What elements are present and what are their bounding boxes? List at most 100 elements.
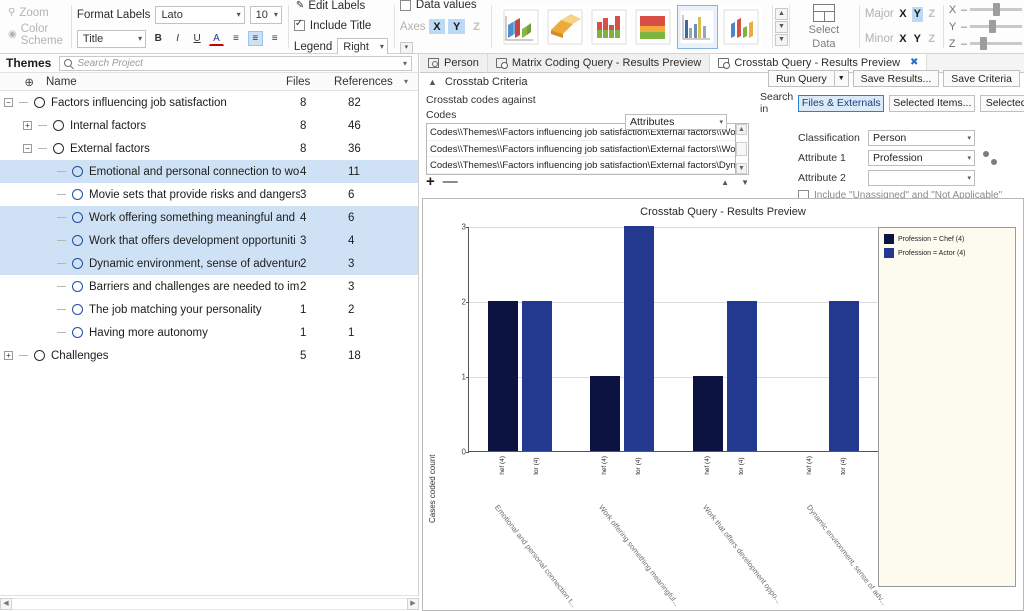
codes-against-combo[interactable]: Attributes ▾ [625, 114, 727, 130]
list-item[interactable]: Codes\\Themes\\Factors influencing job s… [427, 157, 735, 174]
minor-y-button[interactable]: Y [912, 32, 922, 47]
tab-0[interactable]: Person [420, 54, 488, 72]
table-row[interactable]: Movie sets that provide risks and danger… [0, 183, 418, 206]
column-header-references[interactable]: References [334, 76, 404, 88]
tab-1[interactable]: Matrix Coding Query - Results Preview [487, 54, 711, 72]
underline-button[interactable]: U [190, 31, 204, 46]
chevron-down-icon[interactable]: ▾ [403, 59, 407, 68]
attribute1-combo[interactable]: Profession ▾ [868, 150, 975, 166]
add-column-icon[interactable]: ⊕ [0, 75, 40, 89]
align-center-button[interactable]: ≡ [248, 31, 263, 46]
column-header-name[interactable]: Name [40, 76, 286, 88]
close-icon[interactable]: ✖ [910, 57, 918, 68]
slider-thumb[interactable] [980, 37, 988, 50]
scroll-down-button[interactable]: ▼ [736, 163, 747, 174]
table-row[interactable]: Having more autonomy 1 1 [0, 321, 418, 344]
zoom-command[interactable]: ⚲ Zoom [6, 5, 65, 21]
axis-z-button[interactable]: Z [468, 19, 485, 34]
save-criteria-button[interactable]: Save Criteria [943, 70, 1020, 87]
rotation-z-minus[interactable]: – [961, 38, 967, 50]
align-right-button[interactable]: ≡ [268, 31, 282, 46]
align-left-button[interactable]: ≡ [229, 31, 243, 46]
bar[interactable] [488, 301, 519, 451]
chart-type-3d-surface[interactable] [544, 4, 586, 49]
table-row[interactable]: Work that offers development opportuniti… [0, 229, 418, 252]
rotation-x-minus[interactable]: – [961, 4, 967, 16]
rotation-y-slider[interactable]: Y – + [949, 19, 1024, 34]
include-title-checkbox[interactable]: Include Title [293, 18, 388, 32]
gallery-expand-button[interactable]: ▼ [774, 33, 788, 46]
gallery-scroll-up-button[interactable]: ▲ [774, 7, 788, 20]
gallery-scroll-down-button[interactable]: ▼ [774, 20, 788, 33]
bar[interactable] [590, 376, 621, 451]
bar[interactable] [624, 226, 655, 451]
font-color-button[interactable]: A [209, 31, 224, 46]
bar[interactable] [522, 301, 553, 451]
column-header-files[interactable]: Files [286, 76, 334, 88]
expander-toggle-icon[interactable]: − [23, 144, 32, 153]
table-row[interactable]: Emotional and personal connection to wor… [0, 160, 418, 183]
expander-toggle-icon[interactable]: + [23, 121, 32, 130]
minor-z-button[interactable]: Z [927, 32, 937, 47]
major-z-button[interactable]: Z [927, 7, 937, 22]
bar[interactable] [692, 376, 723, 451]
expander-toggle-icon[interactable]: − [4, 98, 13, 107]
table-row[interactable]: The job matching your personality 1 2 [0, 298, 418, 321]
table-row[interactable]: Dynamic environment, sense of adventure 2… [0, 252, 418, 275]
italic-button[interactable]: I [170, 31, 184, 46]
chart-type-stacked-bar[interactable] [588, 4, 630, 49]
label-target-combo[interactable]: Title ▾ [76, 29, 147, 48]
run-query-button[interactable]: Run Query [767, 70, 834, 87]
table-row[interactable]: − External factors 8 36 [0, 137, 418, 160]
minor-x-button[interactable]: X [898, 32, 908, 47]
selected-items-button[interactable]: Selected Items... [889, 94, 976, 112]
font-name-combo[interactable]: Lato ▾ [155, 5, 245, 24]
rotation-z-slider[interactable]: Z – + [949, 36, 1024, 51]
codes-list[interactable]: Codes\\Themes\\Factors influencing job s… [426, 123, 736, 175]
sort-indicator-icon[interactable]: ▾ [404, 77, 418, 86]
swap-attributes-icon[interactable] [983, 151, 997, 165]
search-input[interactable]: Search Project [77, 58, 143, 69]
table-row[interactable]: Barriers and challenges are needed to im… [0, 275, 418, 298]
major-y-button[interactable]: Y [912, 6, 923, 22]
slider-thumb[interactable] [993, 3, 1001, 16]
scroll-left-button[interactable]: ◀ [0, 597, 12, 610]
selected-folders-button[interactable]: Selected Fol... [980, 94, 1024, 112]
scrollbar-track[interactable] [12, 597, 407, 610]
list-item[interactable]: Codes\\Themes\\Factors influencing job s… [427, 141, 735, 158]
bar[interactable] [828, 301, 859, 451]
scroll-up-button[interactable]: ▲ [736, 124, 747, 135]
move-up-button[interactable]: ▲ [721, 178, 729, 187]
axis-y-button[interactable]: Y [448, 19, 466, 34]
chevron-up-icon[interactable]: ▲ [428, 77, 437, 87]
classification-combo[interactable]: Person ▾ [868, 130, 975, 146]
chart-type-3d-cluster[interactable] [500, 4, 542, 49]
run-query-dropdown-button[interactable]: ▼ [833, 70, 849, 87]
slider-thumb[interactable] [989, 20, 997, 33]
attribute2-combo[interactable]: ▾ [868, 170, 975, 186]
table-row[interactable]: + Internal factors 8 46 [0, 114, 418, 137]
rotation-x-slider[interactable]: X – + [949, 2, 1024, 17]
expander-toggle-icon[interactable]: + [4, 351, 13, 360]
edit-labels-command[interactable]: ✎ Edit Labels [294, 0, 388, 14]
color-scheme-command[interactable]: ◉ Color Scheme [6, 21, 65, 49]
select-data-button[interactable]: Select Data [795, 3, 853, 50]
remove-code-button[interactable]: — [443, 174, 458, 189]
horizontal-scrollbar[interactable]: ◀ ▶ [0, 595, 419, 611]
move-down-button[interactable]: ▼ [741, 178, 749, 187]
rotation-y-track[interactable] [970, 20, 1023, 33]
chart-type-3d-column[interactable] [720, 4, 762, 49]
codes-list-scrollbar[interactable]: ▲ ▼ [736, 123, 749, 175]
chart-type-column[interactable] [676, 4, 718, 49]
rotation-y-minus[interactable]: – [961, 21, 967, 33]
legend-position-combo[interactable]: Right ▾ [337, 37, 388, 56]
table-row[interactable]: + Challenges 5 18 [0, 344, 418, 367]
rotation-z-track[interactable] [970, 37, 1023, 50]
search-project-box[interactable]: Search Project ▾ [59, 55, 412, 71]
axes-more-button[interactable]: ▾ [399, 42, 413, 54]
chart-type-area[interactable] [632, 4, 674, 49]
table-row[interactable]: − Factors influencing job satisfaction 8 82 [0, 91, 418, 114]
axis-x-button[interactable]: X [428, 19, 446, 34]
bar[interactable] [726, 301, 757, 451]
table-row[interactable]: Work offering something meaningful and 4 6 [0, 206, 418, 229]
